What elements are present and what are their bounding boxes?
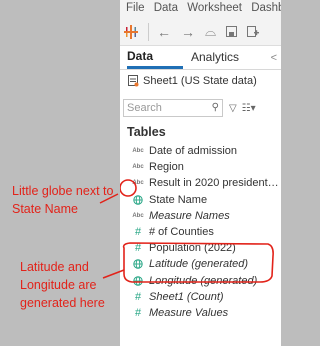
field-item[interactable]: Abc Measure Names xyxy=(120,208,281,224)
globe-annotation: Little globe next to State Name xyxy=(12,184,114,216)
string-type-icon: Abc xyxy=(132,180,144,187)
search-placeholder: Search xyxy=(127,102,162,114)
field-label: Date of admission xyxy=(149,145,238,158)
view-options-icon[interactable]: ☷▾ xyxy=(242,103,256,114)
menu-data[interactable]: Data xyxy=(154,2,178,14)
search-row: Search ⚲ ▽ ☷▾ xyxy=(120,98,281,118)
tables-header: Tables xyxy=(127,125,166,139)
measure-icon: # xyxy=(134,290,142,303)
field-list: Abc Date of admission Abc Region Abc Result i… xyxy=(120,143,281,321)
tab-analytics[interactable]: Analytics xyxy=(191,50,239,69)
tableau-logo-icon[interactable] xyxy=(124,24,138,39)
field-item[interactable]: Longitude (generated) xyxy=(120,273,281,289)
datasource-row[interactable]: Sheet1 (US State data) xyxy=(120,70,281,92)
measure-icon: # xyxy=(134,226,142,239)
connect-icon[interactable]: ⌓ xyxy=(205,23,216,40)
menu-bar: File Data Worksheet Dashbo xyxy=(120,0,281,18)
field-label: Sheet1 (Count) xyxy=(149,290,224,303)
globe-icon xyxy=(132,259,144,270)
field-item[interactable]: Abc Result in 2020 presidential ... xyxy=(120,175,281,191)
globe-icon xyxy=(132,194,144,205)
menu-worksheet[interactable]: Worksheet xyxy=(187,2,242,14)
field-label: Measure Values xyxy=(149,306,229,319)
field-label: Region xyxy=(149,161,184,174)
globe-icon xyxy=(132,275,144,286)
latlon-annotation: Latitude and Longitude are generated her… xyxy=(20,260,105,310)
side-tabs: Data Analytics < xyxy=(120,46,281,70)
field-label: Latitude (generated) xyxy=(149,258,249,271)
toolbar-separator xyxy=(148,22,149,41)
collapse-pane-icon[interactable]: < xyxy=(271,52,277,64)
field-item[interactable]: # Measure Values xyxy=(120,305,281,321)
back-arrow-icon[interactable]: ← xyxy=(157,24,171,40)
tab-data[interactable]: Data xyxy=(127,49,183,69)
field-item[interactable]: # # of Counties xyxy=(120,224,281,240)
string-type-icon: Abc xyxy=(132,148,144,155)
measure-icon: # xyxy=(134,306,142,319)
field-item[interactable]: State Name xyxy=(120,192,281,208)
field-item[interactable]: Abc Date of admission xyxy=(120,143,281,159)
search-icon: ⚲ xyxy=(211,102,219,113)
field-label: Result in 2020 presidential ... xyxy=(149,177,279,190)
field-item[interactable]: Latitude (generated) xyxy=(120,256,281,272)
string-type-icon: Abc xyxy=(132,164,144,171)
forward-arrow-icon[interactable]: → xyxy=(181,24,195,40)
field-label: State Name xyxy=(149,193,208,206)
measure-icon: # xyxy=(134,242,142,255)
field-item[interactable]: Abc Region xyxy=(120,159,281,175)
datasource-label: Sheet1 (US State data) xyxy=(143,75,257,87)
field-label: Measure Names xyxy=(149,209,230,222)
field-label: Longitude (generated) xyxy=(149,274,258,287)
tableau-app: File Data Worksheet Dashbo ← → ⌓ Data xyxy=(120,0,281,346)
menu-file[interactable]: File xyxy=(126,2,145,14)
field-item[interactable]: # Population (2022) xyxy=(120,240,281,256)
field-item[interactable]: # Sheet1 (Count) xyxy=(120,289,281,305)
search-input[interactable]: Search ⚲ xyxy=(123,99,223,117)
filter-icon[interactable]: ▽ xyxy=(229,103,237,114)
string-type-icon: Abc xyxy=(132,212,144,219)
save-icon[interactable] xyxy=(226,26,238,37)
field-label: # of Counties xyxy=(149,226,214,239)
toolbar: ← → ⌓ xyxy=(120,18,281,46)
menu-dashboard[interactable]: Dashbo xyxy=(251,2,281,14)
new-datasource-icon[interactable] xyxy=(247,25,260,38)
annotation-pane: Little globe next to State Name Latitude… xyxy=(0,0,120,346)
field-label: Population (2022) xyxy=(149,242,236,255)
datasource-icon xyxy=(128,75,139,87)
